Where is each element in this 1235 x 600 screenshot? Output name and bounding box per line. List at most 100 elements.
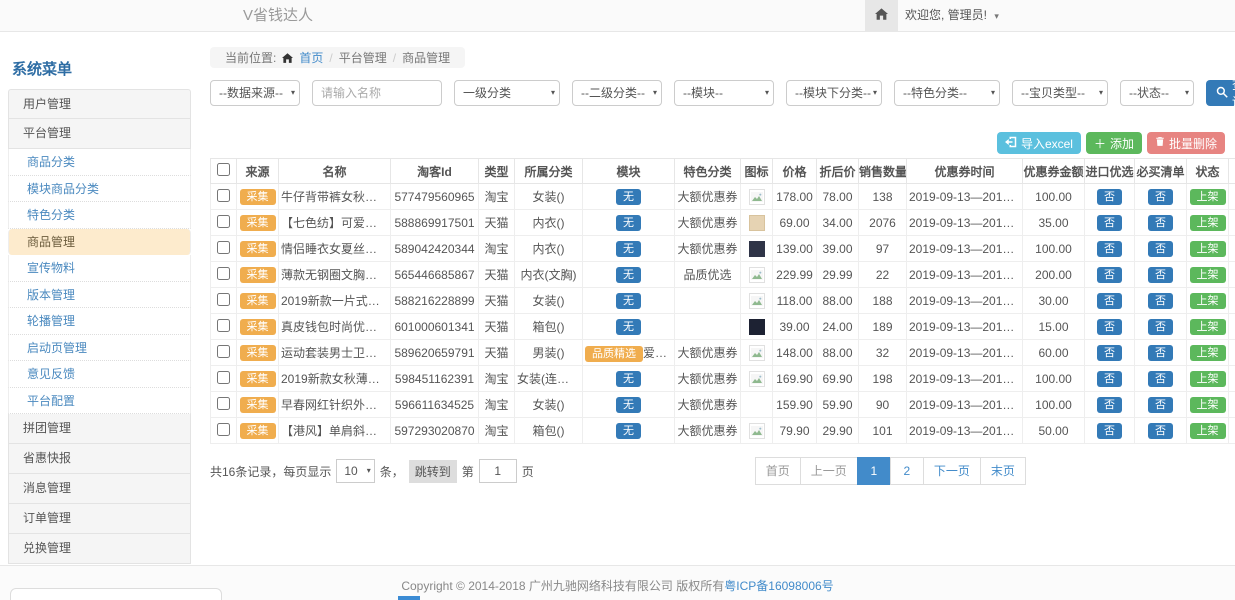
- sidebar-item-platform-config[interactable]: 平台配置: [8, 388, 191, 415]
- breadcrumb-separator: /: [329, 51, 332, 65]
- must-buy-badge: 否: [1148, 371, 1173, 387]
- cell-must_buy: 否: [1135, 340, 1187, 366]
- cell-thumb: [741, 184, 773, 210]
- action-bar: 导入excel ＋ 添加 批量删除: [210, 132, 1225, 154]
- cell-name: 薄款无钢圈文胸聚拢性...: [279, 262, 391, 288]
- sidebar-item-promo-material[interactable]: 宣传物料: [8, 255, 191, 282]
- cell-thumb: [741, 340, 773, 366]
- cell-name: 真皮钱包时尚优雅女士...: [279, 314, 391, 340]
- sidebar-item-module-goods-category[interactable]: 模块商品分类: [8, 176, 191, 203]
- cell-check: [211, 340, 237, 366]
- add-button[interactable]: ＋ 添加: [1086, 132, 1142, 154]
- filter-input-name[interactable]: [312, 80, 442, 106]
- pager-button-1[interactable]: 1: [857, 457, 891, 485]
- sidebar-item-goods-mgmt[interactable]: 商品管理: [8, 229, 191, 256]
- chevron-down-icon: ▾: [1099, 81, 1103, 105]
- cell-thumb: [741, 210, 773, 236]
- filter-select-item-type[interactable]: --宝贝类型--▾: [1012, 80, 1108, 106]
- sidebar-item-version-mgmt[interactable]: 版本管理: [8, 282, 191, 309]
- pager-button-下一页[interactable]: 下一页: [923, 457, 981, 485]
- cell-source: 采集: [237, 288, 279, 314]
- cell-sales: 198: [859, 366, 907, 392]
- row-checkbox[interactable]: [217, 241, 230, 254]
- sidebar-item-message-mgmt[interactable]: 消息管理: [8, 474, 191, 504]
- row-checkbox[interactable]: [217, 293, 230, 306]
- sidebar-item-exchange-mgmt[interactable]: 兑换管理: [8, 534, 191, 564]
- jump-button[interactable]: 跳转到: [409, 460, 457, 483]
- pager-button-首页[interactable]: 首页: [755, 457, 801, 485]
- cell-discount: 34.00: [817, 210, 859, 236]
- batch-delete-button[interactable]: 批量删除: [1147, 132, 1225, 154]
- cell-module: 无: [583, 184, 675, 210]
- home-icon: [875, 8, 888, 23]
- filter-select-level2-category[interactable]: --二级分类--▾: [572, 80, 662, 106]
- sidebar-item-goods-category[interactable]: 商品分类: [8, 149, 191, 176]
- row-checkbox[interactable]: [217, 397, 230, 410]
- source-badge: 采集: [240, 241, 276, 257]
- import-excel-button[interactable]: 导入excel: [997, 132, 1081, 154]
- cell-must_buy: 否: [1135, 366, 1187, 392]
- cell-coupon_time: 2019-09-13—2019-09-17: [907, 366, 1023, 392]
- sidebar-item-feature-category[interactable]: 特色分类: [8, 202, 191, 229]
- filter-select-feature-category[interactable]: --特色分类--▾: [894, 80, 1000, 106]
- chevron-down-icon: ▾: [367, 460, 371, 482]
- cell-source: 采集: [237, 184, 279, 210]
- select-all-checkbox[interactable]: [217, 163, 230, 176]
- per-page-select[interactable]: 10 ▾: [336, 459, 374, 483]
- status-badge: 上架: [1190, 319, 1226, 335]
- cell-discount: 88.00: [817, 288, 859, 314]
- table-row: 采集真皮钱包时尚优雅女士...601000601341天猫箱包()无39.002…: [211, 314, 1235, 340]
- row-checkbox[interactable]: [217, 423, 230, 436]
- filter-select-data-source[interactable]: --数据来源--▾: [210, 80, 300, 106]
- row-checkbox[interactable]: [217, 345, 230, 358]
- home-button[interactable]: [865, 0, 898, 31]
- cell-price: 159.90: [773, 392, 817, 418]
- search-button[interactable]: 查询: [1206, 80, 1235, 106]
- filter-select-module-sub-category[interactable]: --模块下分类--▾: [786, 80, 882, 106]
- user-menu[interactable]: 欢迎您, 管理员! ▾: [905, 0, 999, 32]
- product-thumbnail: [749, 215, 765, 231]
- row-checkbox[interactable]: [217, 189, 230, 202]
- column-header-check: [211, 159, 237, 184]
- cell-category: 内衣(文胸): [515, 262, 583, 288]
- filter-select-status[interactable]: --状态--▾: [1120, 80, 1194, 106]
- chevron-down-icon: ▾: [991, 81, 995, 105]
- row-checkbox[interactable]: [217, 215, 230, 228]
- module-badge: 无: [616, 293, 641, 309]
- cell-module: 无: [583, 288, 675, 314]
- sidebar-item-groupbuy-mgmt[interactable]: 拼团管理: [8, 414, 191, 444]
- cell-module: 品质精选爱上运动: [583, 340, 675, 366]
- imported-badge: 否: [1097, 293, 1122, 309]
- row-checkbox[interactable]: [217, 267, 230, 280]
- row-checkbox[interactable]: [217, 371, 230, 384]
- imported-badge: 否: [1097, 215, 1122, 231]
- module-badge: 无: [616, 241, 641, 257]
- filter-select-module[interactable]: --模块--▾: [674, 80, 774, 106]
- cell-status: 上架: [1187, 366, 1229, 392]
- sidebar-item-user-mgmt[interactable]: 用户管理: [8, 89, 191, 119]
- sidebar-title: 系统菜单: [8, 50, 191, 89]
- pagination: 共16条记录，每页显示 10 ▾ 条， 跳转到 第 页 首页上一页12下一页末页: [210, 456, 1225, 486]
- sidebar-item-platform-mgmt[interactable]: 平台管理: [8, 119, 191, 149]
- sidebar-item-splash-mgmt[interactable]: 启动页管理: [8, 335, 191, 362]
- sidebar-item-order-mgmt[interactable]: 订单管理: [8, 504, 191, 534]
- table-row: 采集薄款无钢圈文胸聚拢性...565446685867天猫内衣(文胸)无品质优选…: [211, 262, 1235, 288]
- cell-name: 运动套装男士卫衣初秋...: [279, 340, 391, 366]
- cell-coupon_amount: 35.00: [1023, 210, 1085, 236]
- page-number-input[interactable]: [479, 459, 517, 483]
- sidebar-item-carousel-mgmt[interactable]: 轮播管理: [8, 308, 191, 335]
- cell-type: 淘宝: [479, 236, 515, 262]
- pager-button-2[interactable]: 2: [890, 457, 924, 485]
- cell-module: 无: [583, 392, 675, 418]
- sidebar-item-shenghui-news[interactable]: 省惠快报: [8, 444, 191, 474]
- row-checkbox[interactable]: [217, 319, 230, 332]
- cell-type: 天猫: [479, 210, 515, 236]
- pager-button-上一页[interactable]: 上一页: [800, 457, 858, 485]
- breadcrumb-home-link[interactable]: 首页: [299, 49, 323, 66]
- filter-select-level1-category[interactable]: 一级分类▾: [454, 80, 560, 106]
- icp-link[interactable]: 粤ICP备16098006号: [724, 579, 833, 593]
- cell-price: 139.00: [773, 236, 817, 262]
- status-badge: 上架: [1190, 293, 1226, 309]
- sidebar-item-feedback[interactable]: 意见反馈: [8, 361, 191, 388]
- pager-button-末页[interactable]: 末页: [980, 457, 1026, 485]
